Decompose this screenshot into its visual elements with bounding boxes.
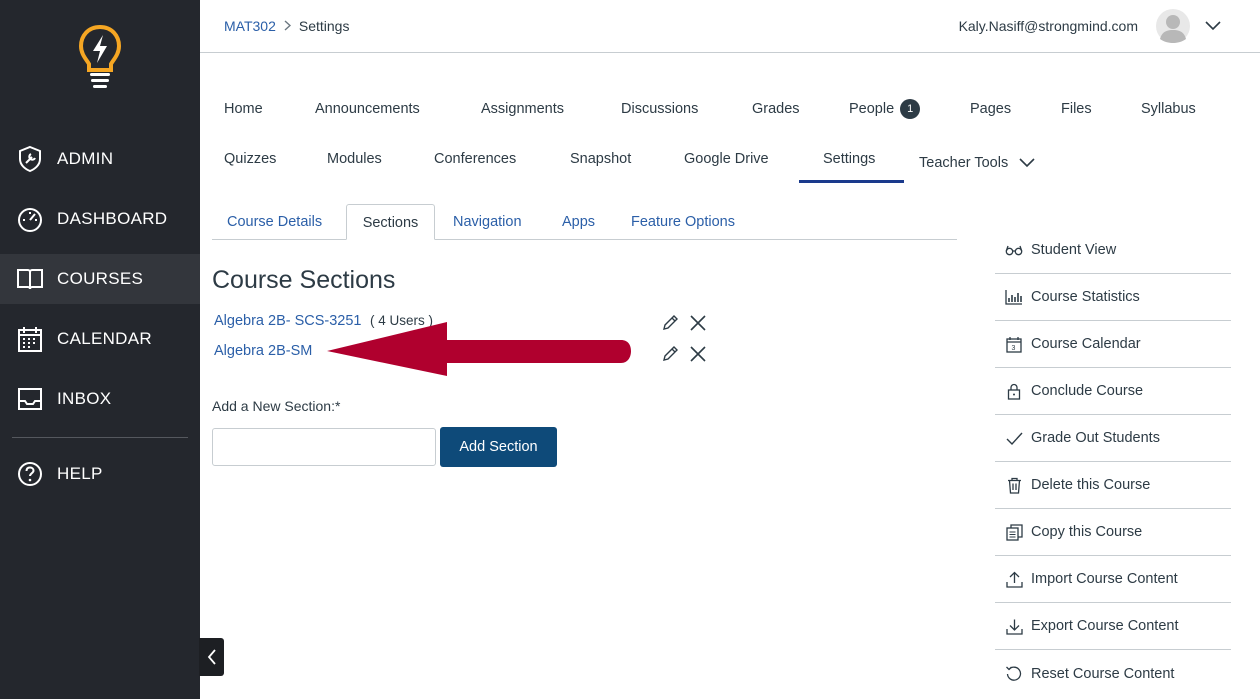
course-nav-label: Teacher Tools — [919, 155, 1009, 171]
annotation-arrow-icon — [327, 322, 631, 376]
course-nav-settings[interactable]: Settings — [823, 151, 875, 167]
course-nav-files[interactable]: Files — [1061, 101, 1092, 117]
collapse-sidebar-button[interactable] — [199, 638, 224, 676]
course-nav-conferences[interactable]: Conferences — [434, 151, 516, 167]
user-email[interactable]: Kaly.Nasiff@strongmind.com — [959, 18, 1138, 34]
sidebar-item-label: ADMIN — [57, 149, 114, 168]
help-icon — [16, 460, 44, 488]
course-nav-label: People — [849, 101, 895, 117]
global-sidebar: ADMIN DASHBOARD COURSES CALENDAR INBOX H… — [0, 0, 200, 699]
add-section-label: Add a New Section:* — [212, 398, 341, 414]
reset-course-content-button[interactable]: Reset Course Content — [995, 650, 1231, 697]
calendar-icon — [16, 325, 44, 353]
course-nav-teacher-tools[interactable]: Teacher Tools — [919, 155, 1036, 171]
strongmind-logo-icon[interactable] — [78, 24, 122, 90]
checkmark-icon — [1005, 429, 1023, 447]
breadcrumb-current: Settings — [298, 18, 350, 34]
course-statistics-link[interactable]: Course Statistics — [995, 274, 1231, 321]
copy-icon — [1005, 523, 1023, 541]
pencil-icon[interactable] — [660, 313, 680, 333]
inbox-icon — [16, 385, 44, 413]
tab-sections[interactable]: Sections — [346, 204, 435, 240]
sidebar-item-label: DASHBOARD — [57, 209, 168, 228]
course-nav-syllabus[interactable]: Syllabus — [1141, 101, 1196, 117]
sidebar-item-label: COURSES — [57, 269, 144, 288]
avatar[interactable] — [1156, 9, 1190, 43]
people-count-badge: 1 — [900, 99, 921, 119]
chevron-left-icon — [207, 649, 216, 665]
tab-apps[interactable]: Apps — [550, 204, 607, 240]
tab-navigation[interactable]: Navigation — [441, 204, 534, 240]
course-nav-quizzes[interactable]: Quizzes — [224, 151, 276, 167]
sidebar-item-label: INBOX — [57, 389, 112, 408]
sidebar-item-courses[interactable]: COURSES — [0, 254, 200, 304]
reset-icon — [1005, 665, 1023, 683]
course-nav-people[interactable]: People 1 — [849, 99, 921, 119]
close-icon[interactable] — [688, 344, 708, 364]
course-nav-assignments[interactable]: Assignments — [481, 101, 564, 117]
course-nav-grades[interactable]: Grades — [752, 101, 800, 117]
sidebar-action-label: Student View — [1031, 242, 1117, 258]
course-calendar-link[interactable]: 3 Course Calendar — [995, 321, 1231, 368]
course-nav-modules[interactable]: Modules — [327, 151, 382, 167]
svg-text:3: 3 — [1012, 345, 1016, 352]
course-nav-discussions[interactable]: Discussions — [621, 101, 698, 117]
add-section-button[interactable]: Add Section — [440, 427, 557, 467]
chevron-down-icon — [1019, 158, 1035, 168]
course-nav-google-drive[interactable]: Google Drive — [684, 151, 769, 167]
course-nav-pages[interactable]: Pages — [970, 101, 1011, 117]
import-course-content-link[interactable]: Import Course Content — [995, 556, 1231, 603]
shield-wrench-icon — [16, 145, 44, 173]
calendar-icon: 3 — [1005, 335, 1023, 353]
sidebar-action-label: Copy this Course — [1031, 524, 1143, 540]
page-title: Course Sections — [212, 266, 396, 294]
sidebar-action-label: Delete this Course — [1031, 477, 1151, 493]
sidebar-action-label: Course Statistics — [1031, 289, 1140, 305]
glasses-icon — [1005, 241, 1023, 259]
sidebar-action-label: Course Calendar — [1031, 336, 1141, 352]
lock-icon — [1005, 382, 1023, 400]
top-header: MAT302 Settings Kaly.Nasiff@strongmind.c… — [200, 0, 1260, 53]
course-nav-announcements[interactable]: Announcements — [315, 101, 420, 117]
book-icon — [16, 265, 44, 293]
sidebar-action-label: Conclude Course — [1031, 383, 1144, 399]
sidebar-item-admin[interactable]: ADMIN — [0, 134, 200, 184]
breadcrumb-course-link[interactable]: MAT302 — [224, 18, 276, 34]
sidebar-action-label: Import Course Content — [1031, 571, 1178, 587]
bar-chart-icon — [1005, 288, 1023, 306]
conclude-course-button[interactable]: Conclude Course — [995, 368, 1231, 415]
chevron-down-icon[interactable] — [1204, 18, 1222, 32]
course-nav-home[interactable]: Home — [224, 101, 263, 117]
tab-feature-options[interactable]: Feature Options — [619, 204, 747, 240]
upload-icon — [1005, 570, 1023, 588]
sidebar-item-inbox[interactable]: INBOX — [0, 374, 200, 424]
grade-out-students-button[interactable]: Grade Out Students — [995, 415, 1231, 462]
active-nav-indicator — [799, 180, 904, 183]
sidebar-divider — [12, 437, 188, 438]
sidebar-action-label: Export Course Content — [1031, 618, 1179, 634]
sidebar-item-label: CALENDAR — [57, 329, 152, 348]
section-link[interactable]: Algebra 2B-SM — [214, 343, 312, 359]
close-icon[interactable] — [688, 313, 708, 333]
sidebar-item-calendar[interactable]: CALENDAR — [0, 314, 200, 364]
pencil-icon[interactable] — [660, 344, 680, 364]
breadcrumb: MAT302 Settings — [224, 18, 349, 34]
new-section-input[interactable] — [212, 428, 436, 466]
copy-course-link[interactable]: Copy this Course — [995, 509, 1231, 556]
course-nav-snapshot[interactable]: Snapshot — [570, 151, 631, 167]
sidebar-item-dashboard[interactable]: DASHBOARD — [0, 194, 200, 244]
sidebar-item-label: HELP — [57, 464, 103, 483]
sidebar-item-help[interactable]: HELP — [0, 449, 200, 499]
tab-course-details[interactable]: Course Details — [215, 204, 334, 240]
delete-course-button[interactable]: Delete this Course — [995, 462, 1231, 509]
sidebar-action-label: Grade Out Students — [1031, 430, 1160, 446]
speedometer-icon — [16, 205, 44, 233]
sidebar-action-label: Reset Course Content — [1031, 665, 1175, 682]
student-view-button[interactable]: Student View — [995, 227, 1231, 274]
chevron-right-icon — [284, 18, 291, 34]
export-course-content-link[interactable]: Export Course Content — [995, 603, 1231, 650]
trash-icon — [1005, 476, 1023, 494]
download-icon — [1005, 617, 1023, 635]
